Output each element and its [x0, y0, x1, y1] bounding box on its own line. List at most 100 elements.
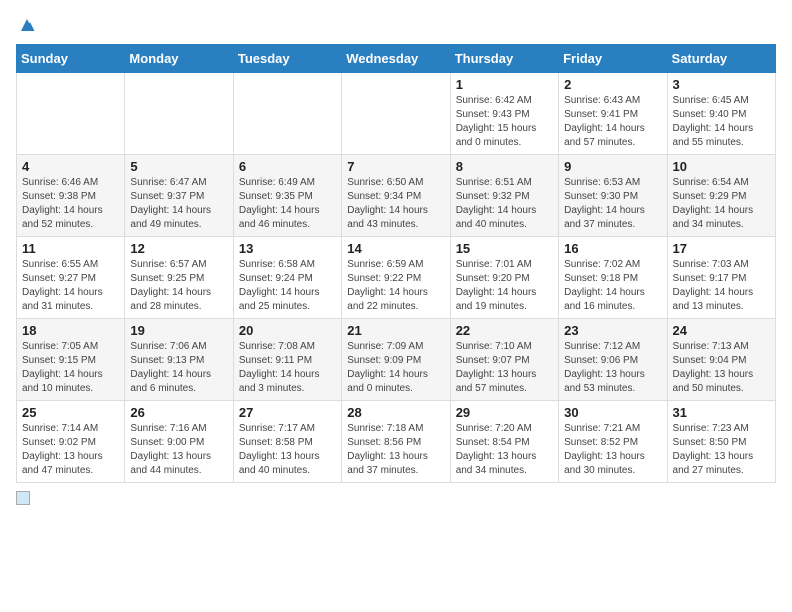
calendar-cell: 27 Sunrise: 7:17 AM Sunset: 8:58 PM Dayli…	[233, 401, 341, 483]
day-info: Sunrise: 6:58 AM Sunset: 9:24 PM Dayligh…	[239, 258, 336, 314]
day-of-week-wednesday: Wednesday	[342, 45, 450, 73]
calendar-cell: 18 Sunrise: 7:05 AM Sunset: 9:15 PM Dayli…	[17, 319, 125, 401]
calendar-cell: 31 Sunrise: 7:23 AM Sunset: 8:50 PM Dayli…	[667, 401, 775, 483]
day-number: 4	[22, 159, 119, 174]
day-number: 18	[22, 323, 119, 338]
day-info: Sunrise: 7:12 AM Sunset: 9:06 PM Dayligh…	[564, 340, 661, 396]
calendar-cell	[125, 73, 233, 155]
day-number: 15	[456, 241, 553, 256]
day-info: Sunrise: 7:13 AM Sunset: 9:04 PM Dayligh…	[673, 340, 770, 396]
calendar-cell: 29 Sunrise: 7:20 AM Sunset: 8:54 PM Dayli…	[450, 401, 558, 483]
calendar-cell: 12 Sunrise: 6:57 AM Sunset: 9:25 PM Dayli…	[125, 237, 233, 319]
calendar-week-5: 25 Sunrise: 7:14 AM Sunset: 9:02 PM Dayli…	[17, 401, 776, 483]
calendar-cell: 9 Sunrise: 6:53 AM Sunset: 9:30 PM Daylig…	[559, 155, 667, 237]
logo-icon	[18, 16, 36, 34]
calendar-cell: 3 Sunrise: 6:45 AM Sunset: 9:40 PM Daylig…	[667, 73, 775, 155]
calendar-table: SundayMondayTuesdayWednesdayThursdayFrid…	[16, 44, 776, 483]
page-header	[16, 16, 776, 34]
day-number: 19	[130, 323, 227, 338]
day-info: Sunrise: 7:03 AM Sunset: 9:17 PM Dayligh…	[673, 258, 770, 314]
calendar-cell: 5 Sunrise: 6:47 AM Sunset: 9:37 PM Daylig…	[125, 155, 233, 237]
day-number: 6	[239, 159, 336, 174]
day-info: Sunrise: 7:18 AM Sunset: 8:56 PM Dayligh…	[347, 422, 444, 478]
day-number: 25	[22, 405, 119, 420]
day-of-week-tuesday: Tuesday	[233, 45, 341, 73]
calendar-cell: 23Sunrise: 7:12 AM Sunset: 9:06 PM Dayli…	[559, 319, 667, 401]
day-info: Sunrise: 6:54 AM Sunset: 9:29 PM Dayligh…	[673, 176, 770, 232]
calendar-week-1: 1 Sunrise: 6:42 AM Sunset: 9:43 PM Daylig…	[17, 73, 776, 155]
day-number: 22	[456, 323, 553, 338]
day-info: Sunrise: 6:43 AM Sunset: 9:41 PM Dayligh…	[564, 94, 661, 150]
calendar-cell	[233, 73, 341, 155]
day-number: 29	[456, 405, 553, 420]
day-info: Sunrise: 7:10 AM Sunset: 9:07 PM Dayligh…	[456, 340, 553, 396]
day-info: Sunrise: 7:23 AM Sunset: 8:50 PM Dayligh…	[673, 422, 770, 478]
day-info: Sunrise: 6:42 AM Sunset: 9:43 PM Dayligh…	[456, 94, 553, 150]
calendar-cell: 22 Sunrise: 7:10 AM Sunset: 9:07 PM Dayli…	[450, 319, 558, 401]
calendar-cell: 16 Sunrise: 7:02 AM Sunset: 9:18 PM Dayli…	[559, 237, 667, 319]
day-info: Sunrise: 7:17 AM Sunset: 8:58 PM Dayligh…	[239, 422, 336, 478]
day-number: 20	[239, 323, 336, 338]
day-number: 9	[564, 159, 661, 174]
day-info: Sunrise: 7:05 AM Sunset: 9:15 PM Dayligh…	[22, 340, 119, 396]
calendar-cell: 6 Sunrise: 6:49 AM Sunset: 9:35 PM Daylig…	[233, 155, 341, 237]
calendar-cell: 30 Sunrise: 7:21 AM Sunset: 8:52 PM Dayli…	[559, 401, 667, 483]
day-info: Sunrise: 6:50 AM Sunset: 9:34 PM Dayligh…	[347, 176, 444, 232]
day-number: 16	[564, 241, 661, 256]
calendar-cell: 25 Sunrise: 7:14 AM Sunset: 9:02 PM Dayli…	[17, 401, 125, 483]
day-number: 10	[673, 159, 770, 174]
day-info: Sunrise: 6:55 AM Sunset: 9:27 PM Dayligh…	[22, 258, 119, 314]
calendar-cell: 8 Sunrise: 6:51 AM Sunset: 9:32 PM Daylig…	[450, 155, 558, 237]
calendar-cell: 17Sunrise: 7:03 AM Sunset: 9:17 PM Dayli…	[667, 237, 775, 319]
day-number: 7	[347, 159, 444, 174]
calendar-header-row: SundayMondayTuesdayWednesdayThursdayFrid…	[17, 45, 776, 73]
day-info: Sunrise: 7:02 AM Sunset: 9:18 PM Dayligh…	[564, 258, 661, 314]
day-info: Sunrise: 6:47 AM Sunset: 9:37 PM Dayligh…	[130, 176, 227, 232]
day-number: 26	[130, 405, 227, 420]
calendar-cell: 28Sunrise: 7:18 AM Sunset: 8:56 PM Dayli…	[342, 401, 450, 483]
day-info: Sunrise: 6:46 AM Sunset: 9:38 PM Dayligh…	[22, 176, 119, 232]
calendar-cell: 19 Sunrise: 7:06 AM Sunset: 9:13 PM Dayli…	[125, 319, 233, 401]
day-info: Sunrise: 7:01 AM Sunset: 9:20 PM Dayligh…	[456, 258, 553, 314]
day-info: Sunrise: 6:53 AM Sunset: 9:30 PM Dayligh…	[564, 176, 661, 232]
day-info: Sunrise: 6:51 AM Sunset: 9:32 PM Dayligh…	[456, 176, 553, 232]
calendar-cell: 21Sunrise: 7:09 AM Sunset: 9:09 PM Dayli…	[342, 319, 450, 401]
day-of-week-monday: Monday	[125, 45, 233, 73]
calendar-cell: 1 Sunrise: 6:42 AM Sunset: 9:43 PM Daylig…	[450, 73, 558, 155]
day-info: Sunrise: 6:57 AM Sunset: 9:25 PM Dayligh…	[130, 258, 227, 314]
calendar-cell: 4 Sunrise: 6:46 AM Sunset: 9:38 PM Daylig…	[17, 155, 125, 237]
logo	[16, 16, 36, 34]
day-number: 3	[673, 77, 770, 92]
day-number: 11	[22, 241, 119, 256]
day-info: Sunrise: 7:14 AM Sunset: 9:02 PM Dayligh…	[22, 422, 119, 478]
day-number: 31	[673, 405, 770, 420]
day-number: 12	[130, 241, 227, 256]
daylight-legend-box	[16, 491, 30, 505]
calendar-cell	[17, 73, 125, 155]
day-of-week-saturday: Saturday	[667, 45, 775, 73]
calendar-week-2: 4 Sunrise: 6:46 AM Sunset: 9:38 PM Daylig…	[17, 155, 776, 237]
calendar-cell: 2Sunrise: 6:43 AM Sunset: 9:41 PM Daylig…	[559, 73, 667, 155]
day-number: 8	[456, 159, 553, 174]
calendar-cell: 14Sunrise: 6:59 AM Sunset: 9:22 PM Dayli…	[342, 237, 450, 319]
day-info: Sunrise: 7:06 AM Sunset: 9:13 PM Dayligh…	[130, 340, 227, 396]
day-info: Sunrise: 6:45 AM Sunset: 9:40 PM Dayligh…	[673, 94, 770, 150]
calendar-cell: 24Sunrise: 7:13 AM Sunset: 9:04 PM Dayli…	[667, 319, 775, 401]
day-number: 1	[456, 77, 553, 92]
calendar-cell: 10 Sunrise: 6:54 AM Sunset: 9:29 PM Dayli…	[667, 155, 775, 237]
day-number: 30	[564, 405, 661, 420]
day-of-week-friday: Friday	[559, 45, 667, 73]
day-info: Sunrise: 6:49 AM Sunset: 9:35 PM Dayligh…	[239, 176, 336, 232]
day-number: 13	[239, 241, 336, 256]
day-info: Sunrise: 7:21 AM Sunset: 8:52 PM Dayligh…	[564, 422, 661, 478]
day-of-week-sunday: Sunday	[17, 45, 125, 73]
day-number: 5	[130, 159, 227, 174]
calendar-cell: 20Sunrise: 7:08 AM Sunset: 9:11 PM Dayli…	[233, 319, 341, 401]
calendar-cell: 11 Sunrise: 6:55 AM Sunset: 9:27 PM Dayli…	[17, 237, 125, 319]
calendar-cell: 7 Sunrise: 6:50 AM Sunset: 9:34 PM Daylig…	[342, 155, 450, 237]
day-number: 21	[347, 323, 444, 338]
calendar-week-3: 11 Sunrise: 6:55 AM Sunset: 9:27 PM Dayli…	[17, 237, 776, 319]
day-number: 27	[239, 405, 336, 420]
day-info: Sunrise: 7:20 AM Sunset: 8:54 PM Dayligh…	[456, 422, 553, 478]
footer	[16, 491, 776, 505]
